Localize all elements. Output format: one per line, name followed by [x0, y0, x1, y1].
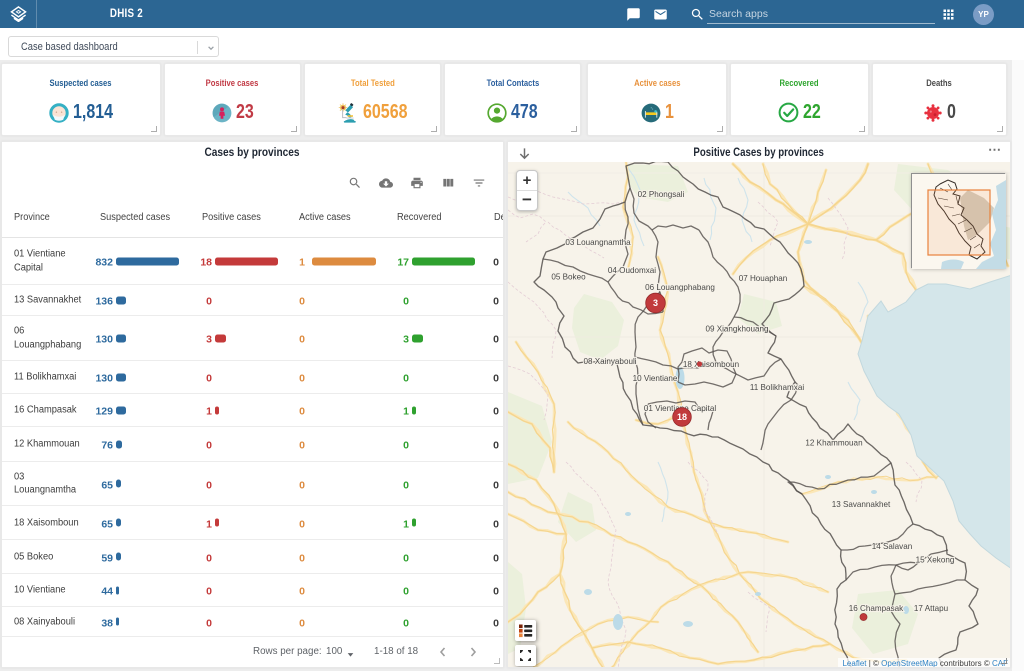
svg-text:02 Phongsali: 02 Phongsali	[638, 190, 685, 199]
svg-text:06 Louangphabang: 06 Louangphabang	[645, 283, 715, 292]
svg-text:10 Vientiane: 10 Vientiane	[633, 374, 678, 383]
svg-text:3: 3	[653, 298, 658, 308]
svg-text:18 Xaisomboun: 18 Xaisomboun	[683, 360, 739, 369]
svg-text:11 Bolikhamxai: 11 Bolikhamxai	[750, 383, 804, 392]
svg-text:13 Savannakhet: 13 Savannakhet	[832, 500, 891, 509]
svg-text:16 Champasak: 16 Champasak	[849, 604, 904, 613]
svg-text:12 Khammouan: 12 Khammouan	[805, 439, 862, 448]
svg-text:17 Attapu: 17 Attapu	[914, 604, 948, 613]
svg-text:18: 18	[677, 412, 687, 422]
svg-text:07 Houaphan: 07 Houaphan	[739, 274, 788, 283]
svg-text:03 Louangnamtha: 03 Louangnamtha	[565, 238, 631, 247]
svg-text:08 Xainyabouli: 08 Xainyabouli	[583, 357, 636, 366]
svg-text:15 Xekong: 15 Xekong	[916, 556, 955, 565]
svg-text:09 Xiangkhouang: 09 Xiangkhouang	[705, 325, 768, 334]
svg-text:04 Oudomxai: 04 Oudomxai	[608, 266, 656, 275]
svg-text:05 Bokeo: 05 Bokeo	[551, 273, 586, 282]
svg-text:14 Salavan: 14 Salavan	[872, 542, 913, 551]
